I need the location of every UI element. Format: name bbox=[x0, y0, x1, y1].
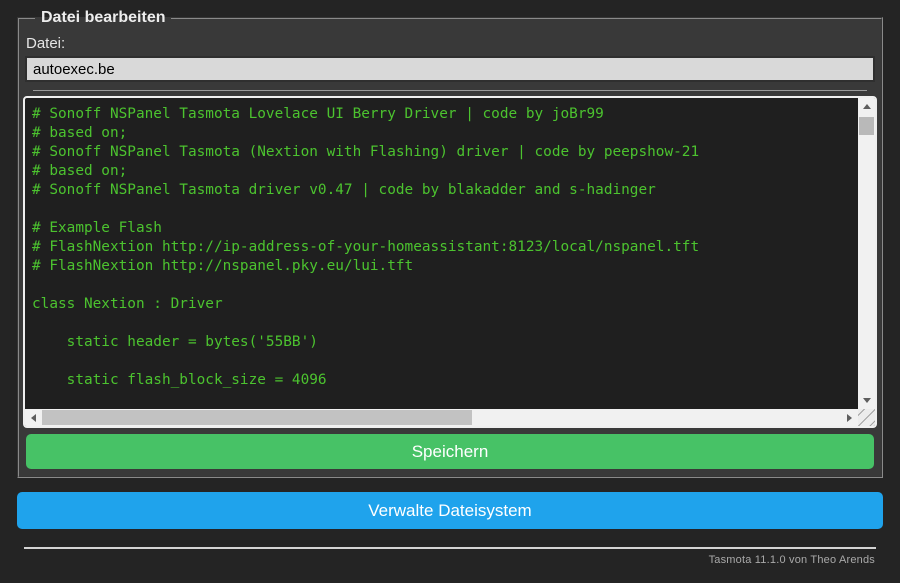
footer: Tasmota 11.1.0 von Theo Arends bbox=[17, 547, 883, 566]
filename-input[interactable] bbox=[25, 56, 875, 82]
scroll-right-button[interactable] bbox=[841, 409, 858, 426]
scroll-up-button[interactable] bbox=[858, 98, 875, 115]
footer-divider bbox=[24, 547, 876, 549]
file-content-textarea[interactable]: # Sonoff NSPanel Tasmota Lovelace UI Ber… bbox=[23, 96, 877, 428]
horizontal-scrollbar[interactable] bbox=[25, 409, 858, 426]
file-label: Datei: bbox=[26, 35, 66, 52]
scroll-down-button[interactable] bbox=[858, 392, 875, 409]
file-content[interactable]: # Sonoff NSPanel Tasmota Lovelace UI Ber… bbox=[25, 98, 858, 409]
scroll-right-icon bbox=[847, 413, 852, 422]
save-button[interactable]: Speichern bbox=[26, 434, 874, 469]
horizontal-scrollbar-thumb[interactable] bbox=[42, 410, 472, 425]
scroll-left-button[interactable] bbox=[25, 409, 42, 426]
panel-title: Datei bearbeiten bbox=[41, 9, 166, 26]
vertical-scrollbar[interactable] bbox=[858, 98, 875, 409]
vertical-scrollbar-thumb[interactable] bbox=[859, 117, 874, 135]
resize-grip-icon[interactable] bbox=[858, 409, 875, 426]
scroll-up-icon bbox=[862, 104, 871, 109]
page: Datei bearbeiten Datei: # Sonoff NSPanel… bbox=[0, 0, 900, 566]
version-text: Tasmota 11.1.0 von Theo Arends bbox=[708, 554, 875, 566]
form-divider bbox=[33, 90, 867, 91]
manage-filesystem-button[interactable]: Verwalte Dateisystem bbox=[17, 492, 883, 529]
scroll-down-icon bbox=[862, 398, 871, 403]
file-edit-panel: Datei bearbeiten Datei: # Sonoff NSPanel… bbox=[17, 9, 883, 478]
scroll-left-icon bbox=[31, 413, 36, 422]
